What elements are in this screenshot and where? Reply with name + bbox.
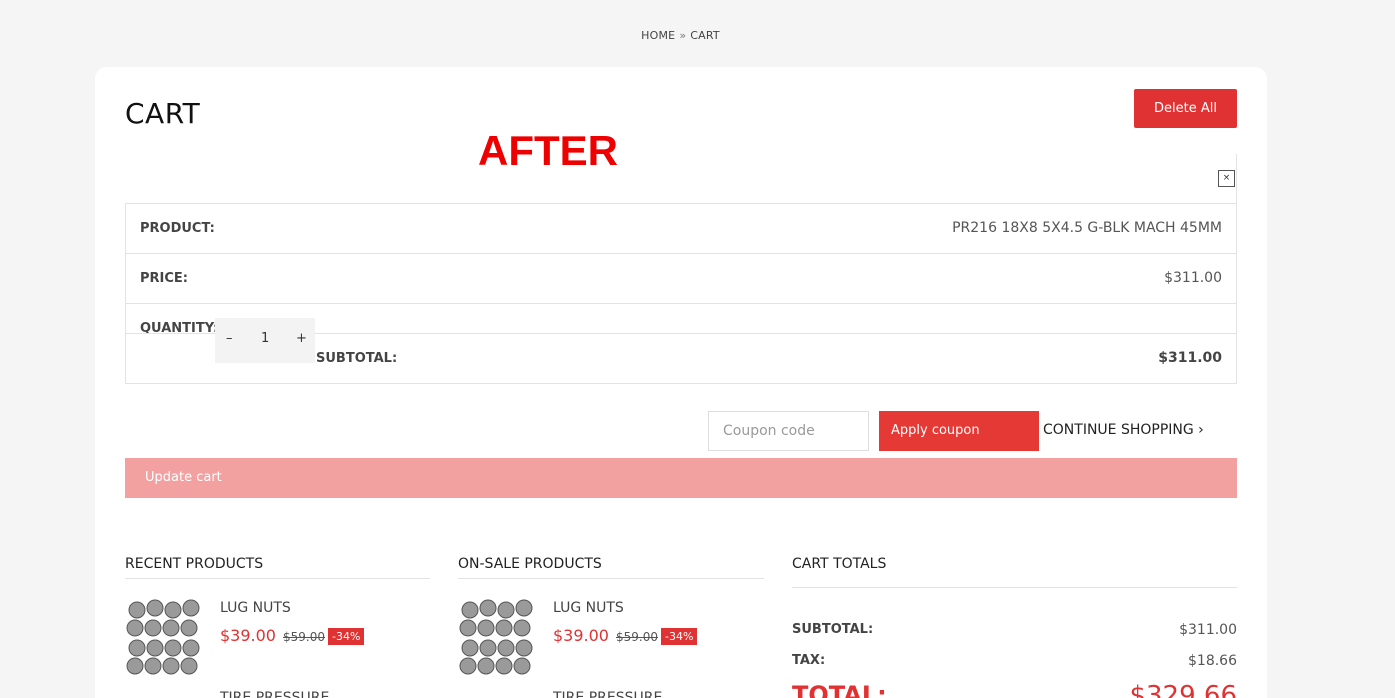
breadcrumb: HOME » CART [0,29,1361,42]
price-row: PRICE: $311.00 [126,254,1236,304]
breadcrumb-home-link[interactable]: HOME [641,29,675,42]
price-label: PRICE: [140,271,188,286]
product-label: PRODUCT: [140,221,215,236]
continue-shopping-link[interactable]: CONTINUE SHOPPING › [1043,422,1204,438]
totals-subtotal-label: SUBTOTAL: [792,622,874,637]
product-value[interactable]: PR216 18X8 5X4.5 G-BLK MACH 45MM [952,220,1222,236]
discount-badge: -34% [328,628,365,645]
on-sale-product-item[interactable]: LUG NUTS $39.00 $59.00 -34% TIRE PRESSUR… [458,598,758,698]
breadcrumb-current: CART [690,29,720,42]
remove-item-icon[interactable]: × [1218,170,1235,187]
quantity-decrease-button[interactable]: – [226,331,233,346]
on-sale-products-title: ON-SALE PRODUCTS [458,556,764,579]
quantity-value[interactable]: 1 [261,331,269,346]
product-name[interactable]: LUG NUTS [553,600,624,616]
product-price: $39.00 [220,626,276,645]
coupon-code-input[interactable]: Coupon code [708,411,869,451]
price-value: $311.00 [1164,270,1222,286]
quantity-increase-button[interactable]: + [296,331,307,346]
totals-tax-value: $18.66 [1188,653,1237,669]
subtotal-value: $311.00 [1158,350,1222,366]
delete-all-button[interactable]: Delete All [1134,89,1237,128]
breadcrumb-separator: » [679,29,687,42]
remove-item-strip [125,154,1237,203]
product-price: $39.00 [553,626,609,645]
recent-product-item[interactable]: LUG NUTS $39.00 $59.00 -34% TIRE PRESSUR… [125,598,425,698]
lug-nuts-product-image[interactable] [458,598,538,678]
cart-totals-title: CART TOTALS [792,556,1237,588]
product-name[interactable]: TIRE PRESSURE [553,690,662,698]
totals-tax-label: TAX: [792,653,826,668]
discount-badge: -34% [661,628,698,645]
product-name[interactable]: TIRE PRESSURE [220,690,329,698]
totals-total-label: TOTAL: [792,681,887,698]
update-cart-button[interactable]: Update cart [125,458,1237,498]
totals-total-value: $329.66 [1129,681,1237,698]
recent-products-title: RECENT PRODUCTS [125,556,430,579]
apply-coupon-button[interactable]: Apply coupon [879,411,1039,451]
totals-subtotal-value: $311.00 [1179,622,1237,638]
quantity-stepper[interactable]: – 1 + [215,318,315,363]
subtotal-label: SUBTOTAL: [316,351,398,366]
lug-nuts-product-image[interactable] [125,598,205,678]
product-name[interactable]: LUG NUTS [220,600,291,616]
product-old-price: $59.00 [616,630,658,644]
page-title: CART [125,97,201,130]
cart-card: CART AFTER Delete All × PRODUCT: PR216 1… [95,67,1267,698]
product-row: PRODUCT: PR216 18X8 5X4.5 G-BLK MACH 45M… [126,204,1236,254]
product-old-price: $59.00 [283,630,325,644]
